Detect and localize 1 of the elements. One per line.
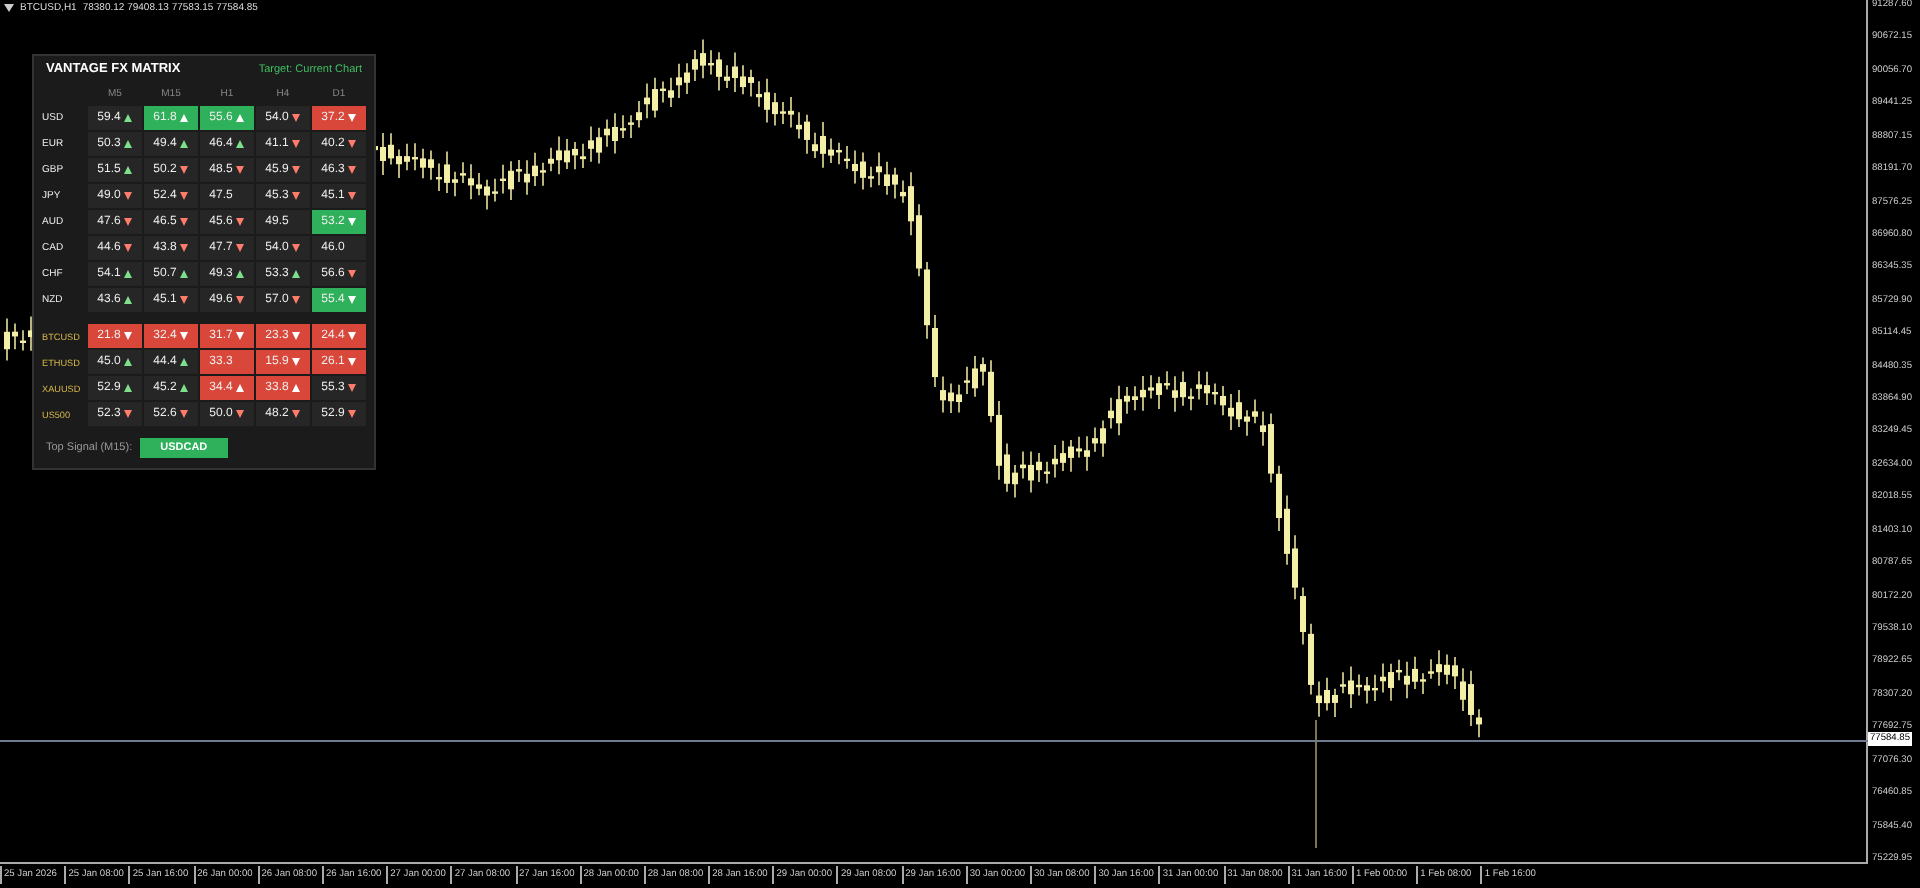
dropdown-icon[interactable] [4, 4, 14, 12]
